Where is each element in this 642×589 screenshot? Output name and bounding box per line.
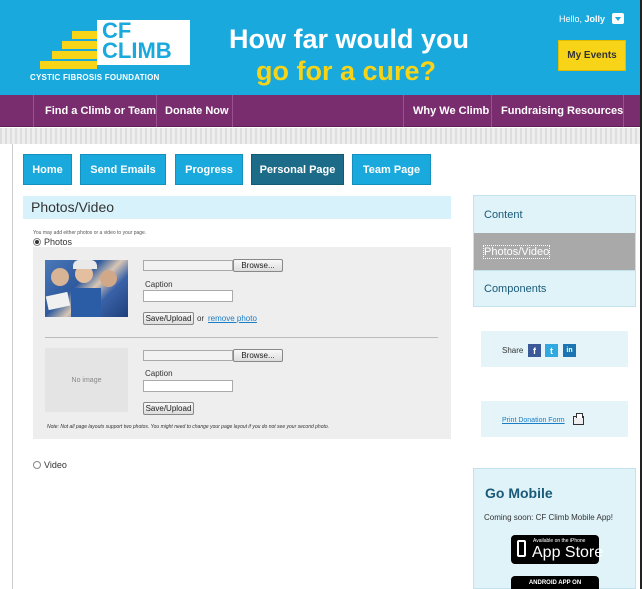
photo1-caption-label: Caption: [145, 280, 173, 289]
main-nav: Find a Climb or Team Donate Now Why We C…: [0, 95, 642, 127]
photo-figure: [71, 288, 101, 317]
photo-divider: [45, 337, 438, 338]
sidebar-item-components[interactable]: Components: [474, 270, 635, 307]
go-mobile-title: Go Mobile: [485, 485, 553, 501]
my-events-button[interactable]: My Events: [558, 40, 626, 71]
user-greeting[interactable]: Hello, Jolly: [559, 14, 605, 24]
logo-stair-icon: [52, 51, 97, 59]
nav-separator: [491, 95, 492, 127]
sidebar-item-label: Content: [484, 208, 523, 221]
android-badge[interactable]: ANDROID APP ON: [511, 576, 599, 589]
remove-photo-link[interactable]: remove photo: [208, 314, 257, 323]
hint-text: You may add either photos or a video to …: [33, 230, 147, 236]
nav-separator: [33, 95, 34, 127]
iphone-icon: [517, 540, 526, 557]
radio-video[interactable]: [33, 461, 41, 469]
photo1-caption-input[interactable]: [143, 290, 233, 302]
cf-climb-logo[interactable]: CF CLIMB CYSTIC FIBROSIS FOUNDATION: [30, 17, 193, 87]
app-store-text: App Store: [532, 544, 604, 561]
sidebar-menu: Content Photos/Video Components: [473, 195, 636, 307]
tab-home[interactable]: Home: [23, 154, 72, 185]
greeting-text: Hello,: [559, 14, 583, 24]
photo2-upload-button[interactable]: Save/Upload: [143, 402, 194, 415]
go-mobile-subtitle: Coming soon: CF Climb Mobile App!: [484, 513, 613, 522]
sidebar-item-label: Components: [484, 282, 547, 295]
tab-send-emails[interactable]: Send Emails: [80, 154, 166, 185]
share-label: Share: [502, 346, 524, 355]
nav-fundraising-resources[interactable]: Fundraising Resources: [501, 95, 623, 127]
chevron-down-icon[interactable]: [612, 13, 624, 24]
photo2-file-input[interactable]: [143, 350, 233, 361]
tab-team-page[interactable]: Team Page: [352, 154, 431, 185]
nav-separator: [156, 95, 157, 127]
app-store-badge[interactable]: Available on the iPhone App Store: [511, 535, 603, 564]
photo2-browse-button[interactable]: Browse...: [233, 349, 283, 362]
printer-icon[interactable]: [573, 413, 584, 425]
photo1-browse-button[interactable]: Browse...: [233, 259, 283, 272]
nav-separator: [232, 95, 233, 127]
photo1-file-input[interactable]: [143, 260, 233, 271]
photo2-caption-label: Caption: [145, 369, 173, 378]
slogan-line2: go for a cure?: [256, 56, 437, 86]
tab-personal-page[interactable]: Personal Page: [251, 154, 344, 185]
nav-separator: [403, 95, 404, 127]
photo1-upload-button[interactable]: Save/Upload: [143, 312, 194, 325]
logo-subtitle: CYSTIC FIBROSIS FOUNDATION: [30, 73, 160, 82]
linkedin-icon[interactable]: in: [563, 344, 576, 357]
photo-figure: [100, 270, 117, 287]
layout-note: Note: Not all page layouts support two p…: [47, 424, 330, 430]
tab-progress[interactable]: Progress: [175, 154, 243, 185]
photo-figure: [73, 260, 97, 269]
radio-video-label: Video: [44, 460, 67, 470]
sidebar-item-photos-video[interactable]: Photos/Video: [474, 233, 635, 270]
twitter-icon[interactable]: t: [545, 344, 558, 357]
logo-stair-icon: [72, 31, 97, 39]
photo2-caption-input[interactable]: [143, 380, 233, 392]
logo-stair-icon: [40, 61, 97, 69]
or-text: or: [197, 314, 205, 323]
photo-figure: [51, 268, 69, 286]
logo-climb: CLIMB: [102, 38, 172, 63]
nav-why-we-climb[interactable]: Why We Climb: [413, 95, 489, 127]
sidebar-item-label: Photos/Video: [482, 244, 551, 259]
no-image-placeholder: No image: [45, 348, 128, 412]
radio-photos[interactable]: [33, 238, 41, 246]
slogan-line1: How far would you: [229, 24, 469, 54]
logo-stair-icon: [62, 41, 97, 49]
section-title: Photos/Video: [23, 196, 451, 219]
nav-separator: [623, 95, 624, 127]
decorative-stripe: [0, 128, 642, 144]
photo-thumbnail: [45, 260, 128, 317]
sidebar-item-content[interactable]: Content: [474, 196, 635, 233]
site-header: CF CLIMB CYSTIC FIBROSIS FOUNDATION How …: [0, 0, 642, 95]
facebook-icon[interactable]: f: [528, 344, 541, 357]
user-name: Jolly: [584, 14, 606, 24]
photo-figure: [45, 291, 71, 311]
nav-donate-now[interactable]: Donate Now: [165, 95, 229, 127]
nav-find-climb[interactable]: Find a Climb or Team: [45, 95, 156, 127]
radio-photos-label: Photos: [44, 237, 73, 247]
print-donation-form-link[interactable]: Print Donation Form: [502, 417, 565, 424]
